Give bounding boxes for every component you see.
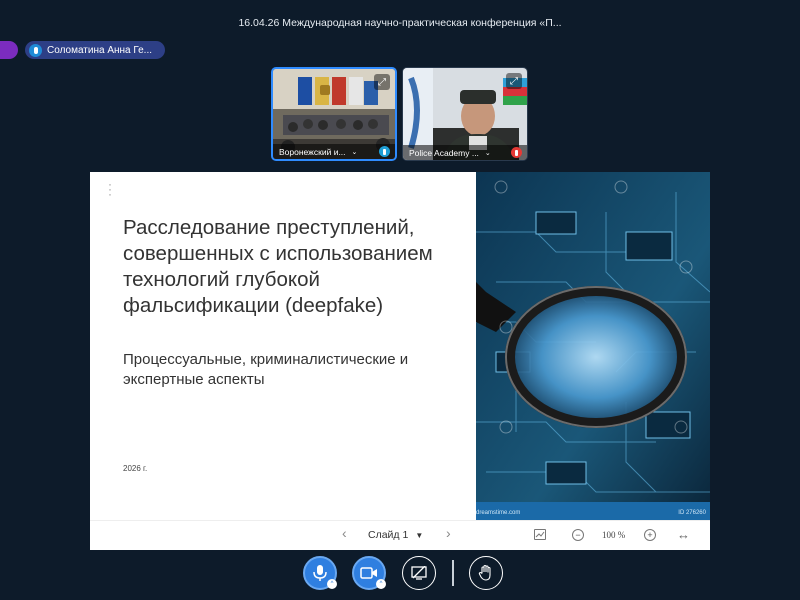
active-speaker-name: Соломатина Анна Ге... xyxy=(47,44,153,56)
chevron-up-icon[interactable]: ^ xyxy=(376,579,386,589)
slide-image-magnifier-circuit: dreamstime.com ID 276260 xyxy=(476,172,710,520)
next-slide-icon[interactable]: › xyxy=(446,525,451,541)
camera-button[interactable]: ^ xyxy=(352,556,386,590)
image-watermark-text: dreamstime.com xyxy=(476,510,521,516)
expand-icon[interactable]: ⤢ xyxy=(506,73,522,89)
participant-label: Воронежский и... xyxy=(279,146,346,157)
meeting-toolbar: ^ ^ xyxy=(0,556,800,596)
participant-tile-police-academy[interactable]: ⤢ Police Academy ... ⌄ xyxy=(402,67,528,161)
participant-chip-partial[interactable] xyxy=(0,41,18,59)
camera-icon xyxy=(360,567,377,579)
magnifier-circuit-illustration xyxy=(476,172,710,520)
raise-hand-button[interactable] xyxy=(469,556,503,590)
current-slide-label: Слайд 1 xyxy=(368,529,409,541)
participant-label: Police Academy ... xyxy=(409,147,479,158)
conference-title: 16.04.26 Международная научно-практическ… xyxy=(238,17,562,29)
microphone-button[interactable]: ^ xyxy=(303,556,337,590)
chevron-down-icon: ▼ xyxy=(415,530,424,540)
zoom-level: 100 % xyxy=(602,530,626,540)
microphone-icon xyxy=(29,43,42,57)
previous-slide-icon[interactable]: ‹ xyxy=(342,525,347,541)
raise-hand-icon xyxy=(478,564,491,581)
presentation-icon[interactable] xyxy=(534,529,546,540)
microphone-off-icon xyxy=(511,147,522,158)
fit-width-icon[interactable]: ↔ xyxy=(677,527,690,542)
screen-share-button[interactable] xyxy=(402,556,436,590)
shared-presentation: · · · Расследование преступлений, совершен… xyxy=(90,172,710,550)
expand-icon[interactable]: ⤢ xyxy=(374,74,390,90)
participant-tile-voronezh[interactable]: ⤢ Воронежский и... ⌄ xyxy=(271,67,397,161)
image-id-text: ID 276260 xyxy=(678,510,706,516)
screen-share-icon xyxy=(411,566,427,580)
zoom-in-icon[interactable]: + xyxy=(644,529,656,541)
zoom-out-icon[interactable]: − xyxy=(572,529,584,541)
toolbar-divider xyxy=(452,560,454,586)
chevron-up-icon[interactable]: ^ xyxy=(327,579,337,589)
chevron-down-icon[interactable]: ⌄ xyxy=(485,149,491,157)
slide-subtitle: Процессуальные, криминалистические и экс… xyxy=(123,351,409,388)
microphone-icon xyxy=(313,565,327,581)
slide-title: Расследование преступлений, совершенных … xyxy=(123,216,433,317)
slide-content: · · · Расследование преступлений, совершен… xyxy=(90,172,476,520)
more-options-icon[interactable]: · · · xyxy=(108,178,112,200)
chevron-down-icon[interactable]: ⌄ xyxy=(352,148,358,156)
microphone-icon xyxy=(379,146,390,157)
active-speaker-chip[interactable]: Соломатина Анна Ге... xyxy=(25,41,165,59)
slide-selector[interactable]: Слайд 1 ▼ xyxy=(368,529,423,541)
slide-year: 2026 г. xyxy=(123,464,148,473)
presentation-controls: ‹ Слайд 1 ▼ › − 100 % + ↔ xyxy=(90,520,710,550)
